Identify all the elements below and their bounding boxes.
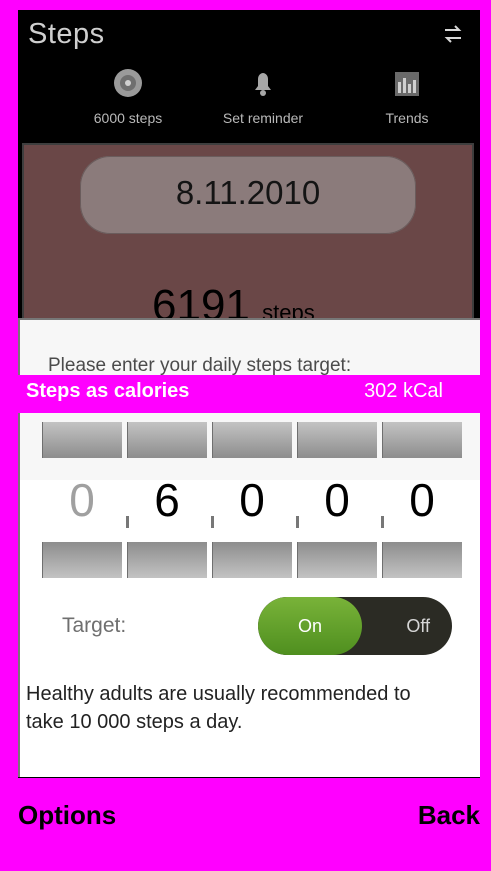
digit-wheel-2-top — [127, 422, 207, 458]
digit-wheel-5-top — [382, 422, 462, 458]
digit-4: 0 — [324, 474, 350, 526]
digit-wheel-5[interactable]: 0 — [382, 422, 462, 578]
options-softkey[interactable]: Options — [18, 800, 116, 831]
toolbar-item-trends[interactable]: Trends — [337, 66, 477, 138]
screen: Steps 6000 steps Set reminder Trends 8.1… — [0, 0, 491, 871]
digit-wheel-1-bottom — [42, 542, 122, 578]
toggle-off-option[interactable]: Off — [406, 597, 430, 655]
digit-2: 6 — [154, 474, 180, 526]
digit-5: 0 — [409, 474, 435, 526]
toolbar-label-target: 6000 steps — [93, 110, 163, 126]
toolbar: 6000 steps Set reminder Trends — [18, 66, 480, 138]
digit-wheel-3-bottom — [212, 542, 292, 578]
digit-3: 0 — [239, 474, 265, 526]
digit-wheel-3-top — [212, 422, 292, 458]
steps-as-calories-value: 302 kCal — [364, 380, 443, 402]
target-label: Target: — [62, 614, 127, 637]
digit-picker: 0 6 0 0 0 — [42, 422, 462, 578]
toolbar-item-reminder[interactable]: Set reminder — [193, 66, 333, 138]
digit-wheel-1-top — [42, 422, 122, 458]
toolbar-label-trends: Trends — [385, 110, 429, 126]
swap-icon[interactable] — [443, 24, 463, 44]
frame-top-edge — [0, 0, 491, 10]
bell-icon — [246, 66, 280, 100]
frame-left-edge — [0, 0, 18, 871]
toolbar-label-reminder: Set reminder — [222, 110, 304, 126]
date-label: 8.11.2010 — [175, 174, 321, 211]
digit-wheel-4-bottom — [297, 542, 377, 578]
steps-as-calories-label: Steps as calories — [26, 380, 190, 402]
digit-wheel-4-top — [297, 422, 377, 458]
digit-wheel-4[interactable]: 0 — [297, 422, 377, 578]
date-pill[interactable]: 8.11.2010 — [80, 156, 416, 234]
target-toggle[interactable]: On Off — [258, 597, 452, 655]
dialog-prompt: Please enter your daily steps target: — [48, 355, 352, 376]
toolbar-item-target[interactable]: 6000 steps — [58, 66, 198, 138]
digit-wheel-2-bottom — [127, 542, 207, 578]
app-title: Steps — [28, 18, 105, 50]
back-softkey[interactable]: Back — [418, 800, 480, 831]
target-icon — [111, 66, 145, 100]
frame-right-edge — [480, 0, 491, 871]
advice-text: Healthy adults are usually recommended t… — [26, 683, 411, 733]
digit-wheel-2[interactable]: 6 — [127, 422, 207, 578]
toggle-on-option[interactable]: On — [258, 597, 362, 655]
digit-wheel-1[interactable]: 0 — [42, 422, 122, 578]
digit-wheel-3[interactable]: 0 — [212, 422, 292, 578]
daily-summary-panel: 8.11.2010 6191 steps — [22, 143, 474, 330]
chart-icon — [390, 66, 424, 100]
digit-1: 0 — [69, 474, 95, 526]
digit-wheel-5-bottom — [382, 542, 462, 578]
